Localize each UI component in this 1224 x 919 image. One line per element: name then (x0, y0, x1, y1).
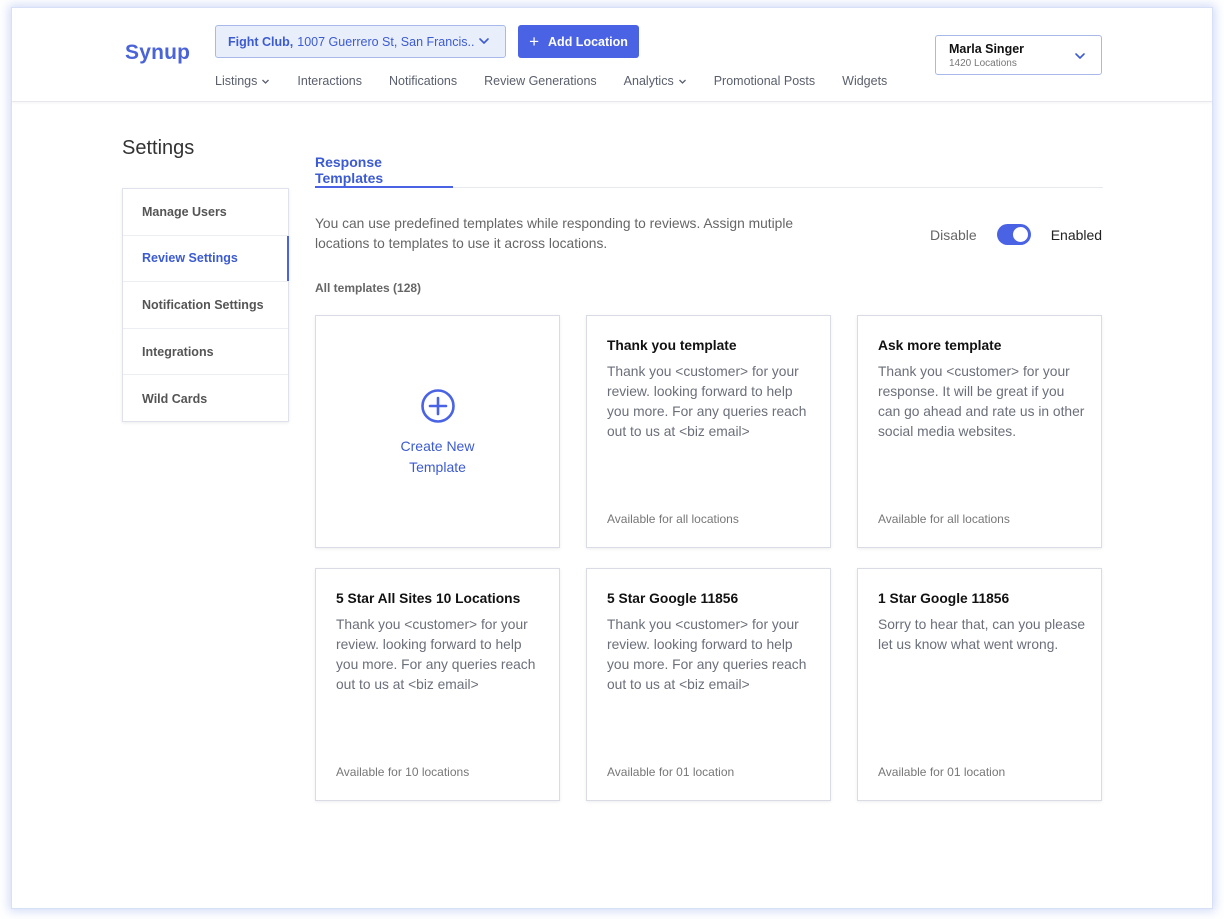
chevron-down-icon (1075, 53, 1085, 59)
account-location-count: 1420 Locations (949, 58, 1017, 69)
nav-label: Listings (215, 74, 258, 88)
nav-analytics[interactable]: Analytics (624, 74, 687, 88)
templates-count: All templates (128) (315, 281, 422, 295)
tab-response-templates[interactable]: Response Templates (315, 148, 453, 188)
nav-label: Promotional Posts (713, 74, 816, 88)
sidebar-item-notification-settings[interactable]: Notification Settings (123, 282, 288, 329)
template-availability: Available for all locations (607, 512, 739, 526)
nav-notifications[interactable]: Notifications (389, 74, 457, 88)
template-availability: Available for 10 locations (336, 765, 470, 779)
tab-bar: Response Templates (315, 148, 1103, 188)
toggle-knob (1012, 227, 1028, 242)
nav-label: Interactions (297, 74, 363, 88)
template-title: Thank you template (607, 338, 737, 353)
template-body: Thank you <customer> for your review. lo… (336, 617, 536, 692)
settings-title: Settings (122, 137, 195, 159)
plus-circle-icon (421, 389, 455, 423)
add-location-label: Add Location (548, 34, 628, 49)
template-body: Thank you <customer> for your review. lo… (607, 364, 807, 439)
account-name: Marla Singer (949, 42, 1025, 56)
caret-down-icon (678, 79, 686, 84)
location-address: 1007 Guerrero St, San Francis.. (297, 34, 475, 49)
sidebar-item-manage-users[interactable]: Manage Users (123, 189, 288, 236)
top-header: Synup Fight Club, 1007 Guerrero St, San … (12, 8, 1212, 102)
template-title: 5 Star Google 11856 (607, 591, 739, 606)
template-card[interactable]: 5 Star Google 11856 Thank you <customer>… (586, 568, 831, 801)
account-selector[interactable]: Marla Singer 1420 Locations (935, 35, 1102, 75)
templates-toggle-group: Disable Enabled (930, 224, 1102, 245)
template-body: Sorry to hear that, can you please let u… (878, 617, 1086, 652)
template-title: 5 Star All Sites 10 Locations (336, 591, 521, 606)
nav-listings[interactable]: Listings (215, 74, 270, 88)
template-card[interactable]: Thank you template Thank you <customer> … (586, 315, 831, 548)
synup-logo[interactable]: Synup (125, 41, 190, 65)
nav-widgets[interactable]: Widgets (842, 74, 887, 88)
add-location-button[interactable]: + Add Location (518, 25, 639, 58)
template-card[interactable]: 5 Star All Sites 10 Locations Thank you … (315, 568, 560, 801)
template-title: 1 Star Google 11856 (878, 591, 1010, 606)
disable-label: Disable (930, 226, 977, 243)
template-availability: Available for 01 location (607, 765, 735, 779)
create-template-card[interactable]: Create New Template (315, 315, 560, 548)
nav-promotional-posts[interactable]: Promotional Posts (714, 74, 815, 88)
sidebar-item-wild-cards[interactable]: Wild Cards (123, 375, 288, 422)
nav-label: Review Generations (484, 74, 597, 88)
sidebar-item-review-settings[interactable]: Review Settings (123, 235, 289, 283)
settings-sidebar: Manage Users Review Settings Notificatio… (122, 188, 289, 422)
nav-interactions[interactable]: Interactions (297, 74, 362, 88)
create-template-text: Create New Template (400, 438, 475, 475)
create-template-label: Create New Template (316, 436, 559, 478)
template-availability: Available for all locations (878, 512, 1010, 526)
sidebar-item-integrations[interactable]: Integrations (123, 329, 288, 376)
template-body: Thank you <customer> for your response. … (878, 364, 1085, 439)
location-selector[interactable]: Fight Club, 1007 Guerrero St, San Franci… (215, 25, 506, 58)
template-card[interactable]: Ask more template Thank you <customer> f… (857, 315, 1102, 548)
template-availability: Available for 01 location (878, 765, 1006, 779)
nav-label: Notifications (389, 74, 458, 88)
main-nav: Listings Interactions Notifications Revi… (215, 74, 914, 88)
chevron-down-icon (479, 38, 489, 44)
template-card[interactable]: 1 Star Google 11856 Sorry to hear that, … (857, 568, 1102, 801)
nav-label: Widgets (842, 74, 888, 88)
template-title: Ask more template (878, 338, 1002, 353)
templates-enabled-toggle[interactable] (996, 224, 1031, 245)
plus-icon: + (529, 32, 540, 51)
templates-description: You can use predefined templates while r… (315, 216, 794, 251)
template-body: Thank you <customer> for your review. lo… (607, 617, 807, 692)
nav-review-generations[interactable]: Review Generations (484, 74, 597, 88)
app-window: Synup Fight Club, 1007 Guerrero St, San … (12, 8, 1212, 908)
caret-down-icon (262, 79, 270, 84)
nav-label: Analytics (623, 74, 674, 88)
location-name: Fight Club, (228, 34, 294, 49)
enabled-label: Enabled (1050, 226, 1103, 243)
